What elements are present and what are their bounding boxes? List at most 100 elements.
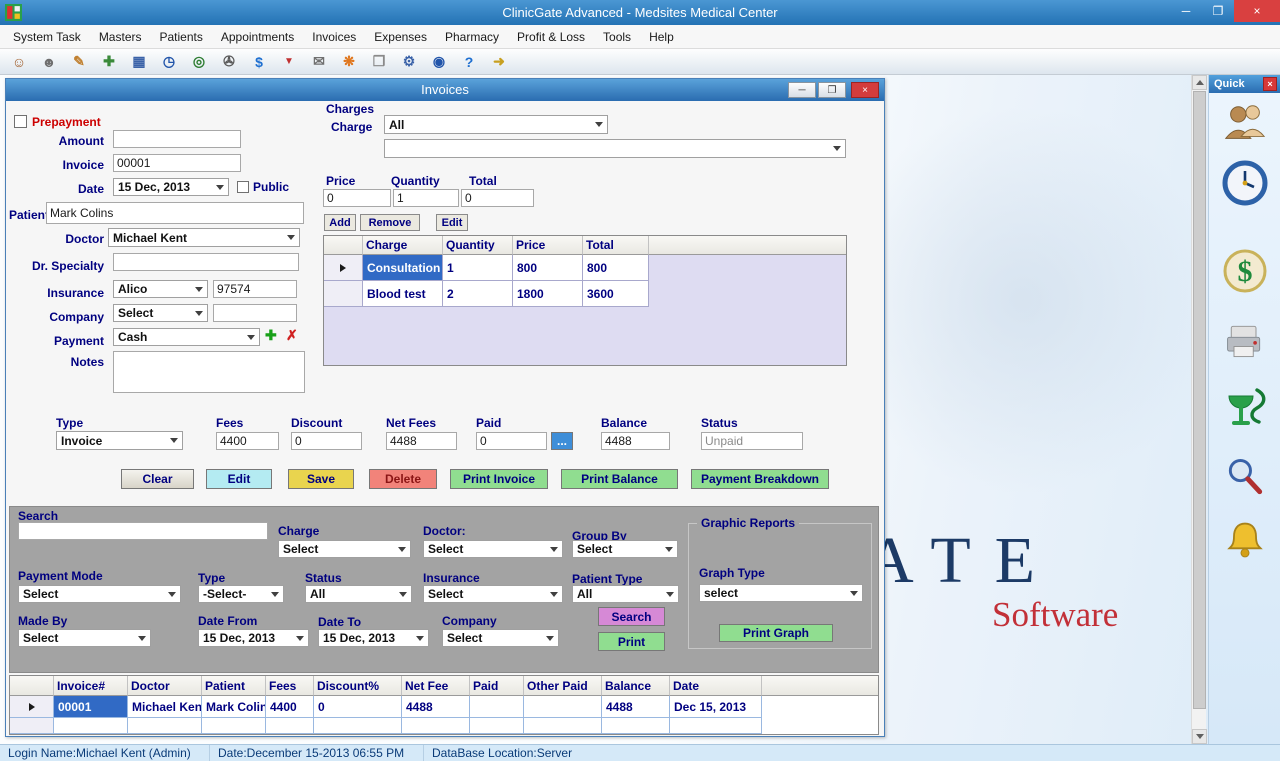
mdi-vertical-scrollbar[interactable] (1191, 75, 1206, 744)
invoices-maximize-button[interactable]: ❐ (818, 82, 846, 98)
charges-col-total[interactable]: Total (583, 236, 649, 255)
search-charge-select[interactable]: Select (278, 540, 411, 558)
scrollbar-thumb[interactable] (1193, 91, 1206, 709)
payment-mode-select[interactable]: Cash (113, 328, 260, 346)
doctor-cell[interactable]: Michael Kent (128, 696, 202, 718)
print-button[interactable]: Print (598, 632, 665, 651)
menu-invoices[interactable]: Invoices (303, 30, 365, 44)
net-fees-input[interactable]: 4488 (386, 432, 457, 450)
toolbar-prescription-icon[interactable]: ✎ (68, 52, 90, 72)
status-filter-select[interactable]: All (305, 585, 412, 603)
charges-col-charge[interactable]: Charge (363, 236, 443, 255)
scroll-down-button[interactable] (1192, 729, 1207, 744)
payment-mode-filter-select[interactable]: Select (18, 585, 181, 603)
invoices-minimize-button[interactable]: ─ (788, 82, 816, 98)
toolbar-exit-icon[interactable]: ➜ (488, 52, 510, 72)
company-number-input[interactable] (213, 304, 297, 322)
charge-total-input[interactable]: 0 (461, 189, 534, 207)
discount-input[interactable]: 0 (291, 432, 362, 450)
made-by-select[interactable]: Select (18, 629, 151, 647)
quantity-input[interactable]: 1 (393, 189, 459, 207)
printer-icon[interactable] (1221, 315, 1269, 367)
results-col-discount[interactable]: Discount% (314, 676, 402, 696)
public-checkbox[interactable] (237, 181, 249, 193)
total-cell[interactable]: 800 (583, 255, 649, 281)
charge-cell[interactable]: Consultation (363, 255, 443, 281)
print-graph-button[interactable]: Print Graph (719, 624, 833, 642)
notes-textarea[interactable] (113, 351, 305, 393)
invoice-cell[interactable]: 00001 (54, 696, 128, 718)
menu-masters[interactable]: Masters (90, 30, 151, 44)
payment-remove-icon[interactable]: ✗ (286, 327, 298, 344)
charges-col-price[interactable]: Price (513, 236, 583, 255)
toolbar-messages-icon[interactable]: ❋ (338, 52, 360, 72)
results-col-otherpaid[interactable]: Other Paid (524, 676, 602, 696)
scroll-up-button[interactable] (1192, 75, 1207, 90)
paid-cell[interactable] (470, 696, 524, 718)
maximize-button[interactable]: ❐ (1202, 0, 1234, 22)
doctor-select[interactable]: Michael Kent (108, 228, 300, 247)
patients-icon[interactable] (1221, 97, 1269, 149)
toolbar-web-icon[interactable]: ◉ (428, 52, 450, 72)
toolbar-search-icon[interactable]: ◎ (188, 52, 210, 72)
patient-cell[interactable]: Mark Colins (202, 696, 266, 718)
reminder-bell-icon[interactable] (1221, 515, 1269, 567)
insurance-select[interactable]: Alico (113, 280, 208, 298)
charges-row-1[interactable]: Consultation 1 800 800 (324, 255, 846, 281)
toolbar-documents-icon[interactable]: ❒ (368, 52, 390, 72)
delete-button[interactable]: Delete (369, 469, 437, 489)
remove-charge-button[interactable]: Remove (360, 214, 420, 231)
search-button[interactable]: Search (598, 607, 665, 626)
charge-filter-select[interactable]: All (384, 115, 608, 134)
date-from-picker[interactable]: 15 Dec, 2013 (198, 629, 309, 647)
clear-button[interactable]: Clear (121, 469, 194, 489)
balance-input[interactable]: 4488 (601, 432, 670, 450)
edit-charge-button[interactable]: Edit (436, 214, 468, 231)
company-select[interactable]: Select (113, 304, 208, 322)
results-col-balance[interactable]: Balance (602, 676, 670, 696)
menu-tools[interactable]: Tools (594, 30, 640, 44)
group-by-select[interactable]: Select (572, 540, 678, 558)
menu-patients[interactable]: Patients (151, 30, 212, 44)
netfee-cell[interactable]: 4488 (402, 696, 470, 718)
date-picker[interactable]: 15 Dec, 2013 (113, 178, 229, 196)
results-col-date[interactable]: Date (670, 676, 762, 696)
pharmacy-icon[interactable] (1221, 382, 1269, 434)
graph-type-select[interactable]: select (699, 584, 863, 602)
search-icon[interactable] (1221, 451, 1269, 503)
menu-system-task[interactable]: System Task (4, 30, 90, 44)
results-col-fees[interactable]: Fees (266, 676, 314, 696)
invoices-close-button[interactable]: × (851, 82, 879, 98)
results-col-doctor[interactable]: Doctor (128, 676, 202, 696)
paid-more-button[interactable]: ... (551, 432, 573, 450)
payment-breakdown-button[interactable]: Payment Breakdown (691, 469, 829, 489)
menu-pharmacy[interactable]: Pharmacy (436, 30, 508, 44)
patient-type-select[interactable]: All (572, 585, 679, 603)
charges-col-quantity[interactable]: Quantity (443, 236, 513, 255)
company-filter-select[interactable]: Select (442, 629, 559, 647)
otherpaid-cell[interactable] (524, 696, 602, 718)
results-col-netfee[interactable]: Net Fee (402, 676, 470, 696)
toolbar-mail-icon[interactable]: ✉ (308, 52, 330, 72)
menu-expenses[interactable]: Expenses (365, 30, 436, 44)
search-doctor-select[interactable]: Select (423, 540, 563, 558)
results-col-paid[interactable]: Paid (470, 676, 524, 696)
fees-input[interactable]: 4400 (216, 432, 279, 450)
toolbar-procedures-icon[interactable]: ✚ (98, 52, 120, 72)
price-cell[interactable]: 800 (513, 255, 583, 281)
invoice-number-input[interactable]: 00001 (113, 154, 241, 172)
date-to-picker[interactable]: 15 Dec, 2013 (318, 629, 429, 647)
menu-appointments[interactable]: Appointments (212, 30, 303, 44)
edit-button[interactable]: Edit (206, 469, 272, 489)
add-charge-button[interactable]: Add (324, 214, 356, 231)
price-input[interactable]: 0 (323, 189, 391, 207)
toolbar-patient-icon[interactable]: ☻ (38, 52, 60, 72)
amount-input[interactable] (113, 130, 241, 148)
results-col-patient[interactable]: Patient (202, 676, 266, 696)
dr-specialty-input[interactable] (113, 253, 299, 271)
price-cell[interactable]: 1800 (513, 281, 583, 307)
toolbar-billing-icon[interactable]: $ (248, 52, 270, 72)
clock-icon[interactable] (1221, 157, 1269, 209)
type-select[interactable]: Invoice (56, 431, 183, 450)
total-cell[interactable]: 3600 (583, 281, 649, 307)
